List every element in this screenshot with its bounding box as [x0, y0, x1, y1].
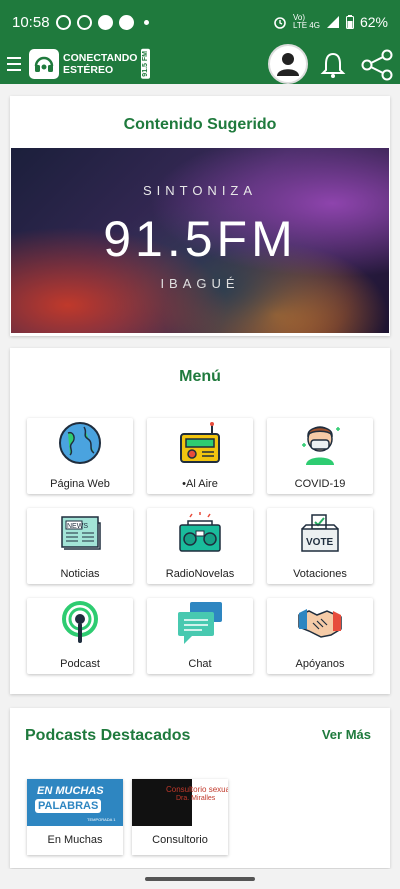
menu-item-pagina-web[interactable]: Página Web: [27, 418, 133, 494]
network-type: Vo) LTE 4G: [293, 14, 320, 30]
suggested-title: Contenido Sugerido: [123, 116, 277, 133]
banner-top-text: SINTONIZA: [142, 183, 258, 198]
podcast-label: En Muchas: [47, 834, 103, 846]
app-bar: CONECTANDO ESTÉREO 91.5 FM: [0, 44, 400, 84]
menu-item-label: COVID-19: [294, 478, 346, 490]
menu-item-label: Apóyanos: [295, 658, 345, 670]
menu-item-noticias[interactable]: NEWS Noticias: [27, 508, 133, 584]
gesture-nav-bar: [0, 869, 400, 889]
messenger-icon: [118, 14, 134, 30]
menu-item-label: Página Web: [50, 478, 110, 490]
battery-percent: 62%: [359, 14, 388, 30]
podcast-thumbnail: EN MUCHAS PALABRAS TEMPORADA 1: [27, 779, 123, 826]
status-bar: 10:58 Vo) LTE 4G 62%: [0, 0, 400, 44]
thumb-line-1: Consultorio sexual: [166, 785, 228, 794]
menu-card: Menú Página Web •Al Aire COVID-19 NEWS N…: [10, 348, 390, 694]
podcast-item-en-muchas[interactable]: EN MUCHAS PALABRAS TEMPORADA 1 En Muchas: [27, 779, 123, 855]
menu-item-chat[interactable]: Chat: [147, 598, 253, 674]
svg-text:NEWS: NEWS: [67, 523, 88, 530]
menu-item-label: Votaciones: [293, 568, 347, 580]
globe-icon: [56, 420, 104, 466]
ballot-box-icon: VOTE: [296, 510, 344, 556]
hamburger-menu-icon[interactable]: [7, 57, 21, 71]
banner-frequency: 91.5FM: [103, 211, 297, 267]
battery-icon: [345, 15, 354, 29]
menu-item-podcast[interactable]: Podcast: [27, 598, 133, 674]
chat-bubbles-icon: [176, 600, 224, 646]
radio-icon: [176, 420, 224, 466]
more-notifications-icon: [143, 19, 149, 25]
menu-item-label: RadioNovelas: [165, 568, 235, 580]
headphones-logo-icon: [29, 49, 59, 79]
station-banner[interactable]: SINTONIZA 91.5FM IBAGUÉ: [11, 148, 389, 333]
thumb-tag: TEMPORADA 1: [87, 817, 116, 822]
brand-logo: CONECTANDO ESTÉREO 91.5 FM: [29, 49, 151, 79]
menu-item-label: Podcast: [60, 658, 100, 670]
whatsapp-icon: [76, 14, 92, 30]
podcast-icon: [56, 600, 104, 646]
handshake-icon: [296, 600, 344, 646]
suggested-content-card: Contenido Sugerido SINTONIZA 91.5FM IBAG…: [10, 96, 390, 336]
whatsapp-business-icon: [55, 14, 71, 30]
menu-item-label: •Al Aire: [182, 478, 218, 490]
boombox-icon: [176, 510, 224, 556]
menu-item-apoyanos[interactable]: Apóyanos: [267, 598, 373, 674]
menu-item-radionovelas[interactable]: RadioNovelas: [147, 508, 253, 584]
thumb-line-2: Dra. Miralles: [176, 795, 216, 802]
brand-line-2: ESTÉREO: [63, 64, 114, 76]
user-avatar-icon: [277, 53, 299, 76]
featured-podcasts-title: Podcasts Destacados: [25, 727, 191, 744]
face-mask-icon: [296, 420, 344, 466]
menu-item-label: Chat: [188, 658, 212, 670]
podcast-item-consultorio[interactable]: Consultorio sexual Dra. Miralles Consult…: [132, 779, 228, 855]
menu-item-covid[interactable]: COVID-19: [267, 418, 373, 494]
podcast-label: Consultorio: [152, 834, 208, 846]
alarm-icon: [274, 17, 286, 29]
menu-item-votaciones[interactable]: VOTE Votaciones: [267, 508, 373, 584]
menu-item-label: Noticias: [60, 568, 100, 580]
share-icon[interactable]: [360, 49, 394, 81]
podcast-thumbnail: Consultorio sexual Dra. Miralles: [132, 779, 228, 826]
menu-item-al-aire[interactable]: •Al Aire: [147, 418, 253, 494]
bell-icon[interactable]: [318, 50, 348, 80]
signal-icon: [326, 16, 339, 28]
network-bottom-label: LTE 4G: [292, 21, 320, 30]
brand-frequency: 91.5 FM: [141, 49, 151, 79]
thumb-line-1: EN MUCHAS: [37, 785, 104, 797]
profile-button[interactable]: [268, 44, 308, 84]
see-more-link[interactable]: Ver Más: [322, 727, 371, 742]
facebook-icon: [97, 14, 113, 30]
newspaper-icon: NEWS: [56, 510, 104, 556]
featured-podcasts-card: Podcasts Destacados Ver Más EN MUCHAS PA…: [10, 708, 390, 868]
status-time: 10:58: [12, 13, 50, 31]
home-gesture-handle[interactable]: [145, 877, 255, 881]
banner-city: IBAGUÉ: [160, 276, 240, 291]
svg-text:VOTE: VOTE: [306, 537, 334, 548]
menu-title: Menú: [179, 368, 221, 385]
thumb-line-2: PALABRAS: [35, 799, 102, 813]
brand-line-1: CONECTANDO: [63, 52, 138, 64]
